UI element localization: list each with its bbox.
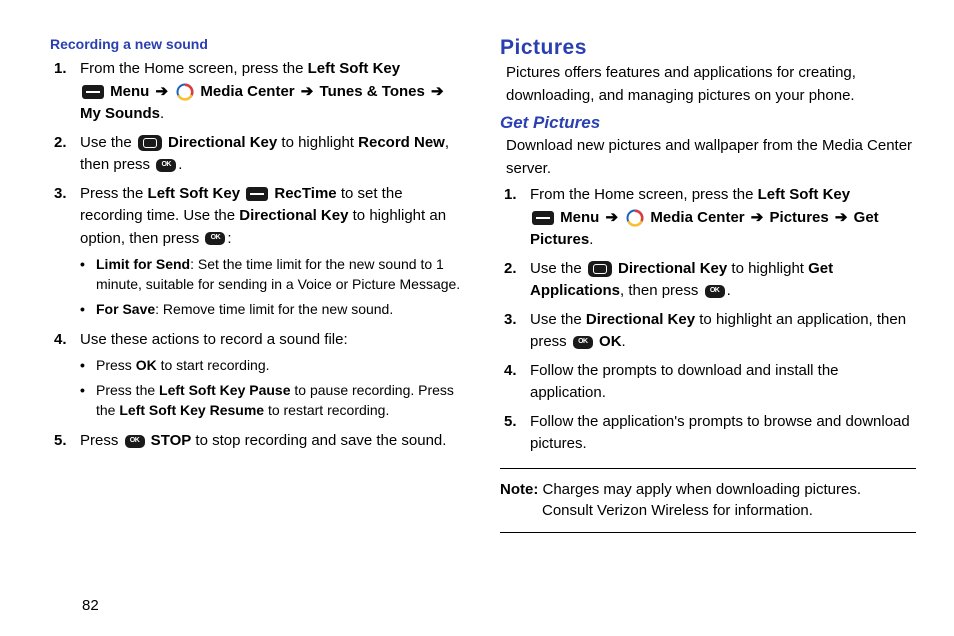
menu-icon (82, 85, 104, 99)
step-num: 4. (500, 360, 530, 405)
note-text: Charges may apply when downloading pictu… (538, 481, 861, 520)
arrow-icon: ➔ (833, 209, 850, 226)
menu-icon (532, 211, 554, 225)
step-content: Use the Directional Key to highlight Get… (530, 258, 916, 303)
step-content: Press OK STOP to stop recording and save… (80, 430, 466, 453)
step4-bullets: •Press OK to start recording. •Press the… (80, 355, 466, 420)
right-step-1: 1. From the Home screen, press the Left … (500, 184, 916, 252)
note-block: Note: Charges may apply when downloading… (500, 468, 916, 534)
menu-icon (246, 187, 268, 201)
step-content: Use the Directional Key to highlight an … (530, 309, 916, 354)
step-content: Use the Directional Key to highlight Rec… (80, 132, 466, 177)
bullet-item: •Limit for Send: Set the time limit for … (80, 254, 466, 295)
step-content: Use these actions to record a sound file… (80, 329, 466, 424)
heading-recording: Recording a new sound (50, 36, 466, 52)
media-center-icon (626, 209, 644, 227)
arrow-icon: ➔ (429, 83, 446, 100)
left-steps: 1. From the Home screen, press the Left … (50, 58, 466, 453)
heading-get-pictures: Get Pictures (500, 113, 916, 133)
directional-key-icon (588, 261, 612, 277)
step-content: Follow the prompts to download and insta… (530, 360, 916, 405)
left-step-1: 1. From the Home screen, press the Left … (50, 58, 466, 126)
step-content: From the Home screen, press the Left Sof… (530, 184, 916, 252)
note-label: Note: (500, 481, 538, 498)
step-num: 3. (50, 183, 80, 323)
step3-bullets: •Limit for Send: Set the time limit for … (80, 254, 466, 319)
step-num: 5. (500, 411, 530, 456)
right-steps: 1. From the Home screen, press the Left … (500, 184, 916, 456)
arrow-icon: ➔ (299, 83, 316, 100)
step-num: 3. (500, 309, 530, 354)
right-column: Pictures Pictures offers features and ap… (500, 36, 916, 533)
left-step-3: 3. Press the Left Soft Key RecTime to se… (50, 183, 466, 323)
step-num: 2. (50, 132, 80, 177)
step-num: 1. (500, 184, 530, 252)
bullet-item: •For Save: Remove time limit for the new… (80, 299, 466, 319)
step-content: Follow the application's prompts to brow… (530, 411, 916, 456)
left-step-2: 2. Use the Directional Key to highlight … (50, 132, 466, 177)
ok-key-icon: OK (705, 285, 725, 298)
step-content: Press the Left Soft Key RecTime to set t… (80, 183, 466, 323)
pictures-intro: Pictures offers features and application… (500, 62, 916, 107)
right-step-4: 4. Follow the prompts to download and in… (500, 360, 916, 405)
ok-key-icon: OK (156, 159, 176, 172)
left-step-5: 5. Press OK STOP to stop recording and s… (50, 430, 466, 453)
directional-key-icon (138, 135, 162, 151)
right-step-5: 5. Follow the application's prompts to b… (500, 411, 916, 456)
media-center-icon (176, 83, 194, 101)
arrow-icon: ➔ (604, 209, 621, 226)
step-num: 1. (50, 58, 80, 126)
page-columns: Recording a new sound 1. From the Home s… (50, 36, 916, 533)
ok-key-icon: OK (125, 435, 145, 448)
arrow-icon: ➔ (749, 209, 766, 226)
ok-key-icon: OK (205, 232, 225, 245)
left-column: Recording a new sound 1. From the Home s… (50, 36, 466, 533)
ok-key-icon: OK (573, 336, 593, 349)
right-step-2: 2. Use the Directional Key to highlight … (500, 258, 916, 303)
left-step-4: 4. Use these actions to record a sound f… (50, 329, 466, 424)
right-step-3: 3. Use the Directional Key to highlight … (500, 309, 916, 354)
arrow-icon: ➔ (154, 83, 171, 100)
step-num: 4. (50, 329, 80, 424)
page-number: 82 (82, 597, 99, 614)
bullet-item: •Press the Left Soft Key Pause to pause … (80, 380, 466, 421)
heading-pictures: Pictures (500, 36, 916, 60)
bullet-item: •Press OK to start recording. (80, 355, 466, 375)
step-num: 2. (500, 258, 530, 303)
get-pictures-intro: Download new pictures and wallpaper from… (500, 135, 916, 180)
step-num: 5. (50, 430, 80, 453)
step-content: From the Home screen, press the Left Sof… (80, 58, 466, 126)
